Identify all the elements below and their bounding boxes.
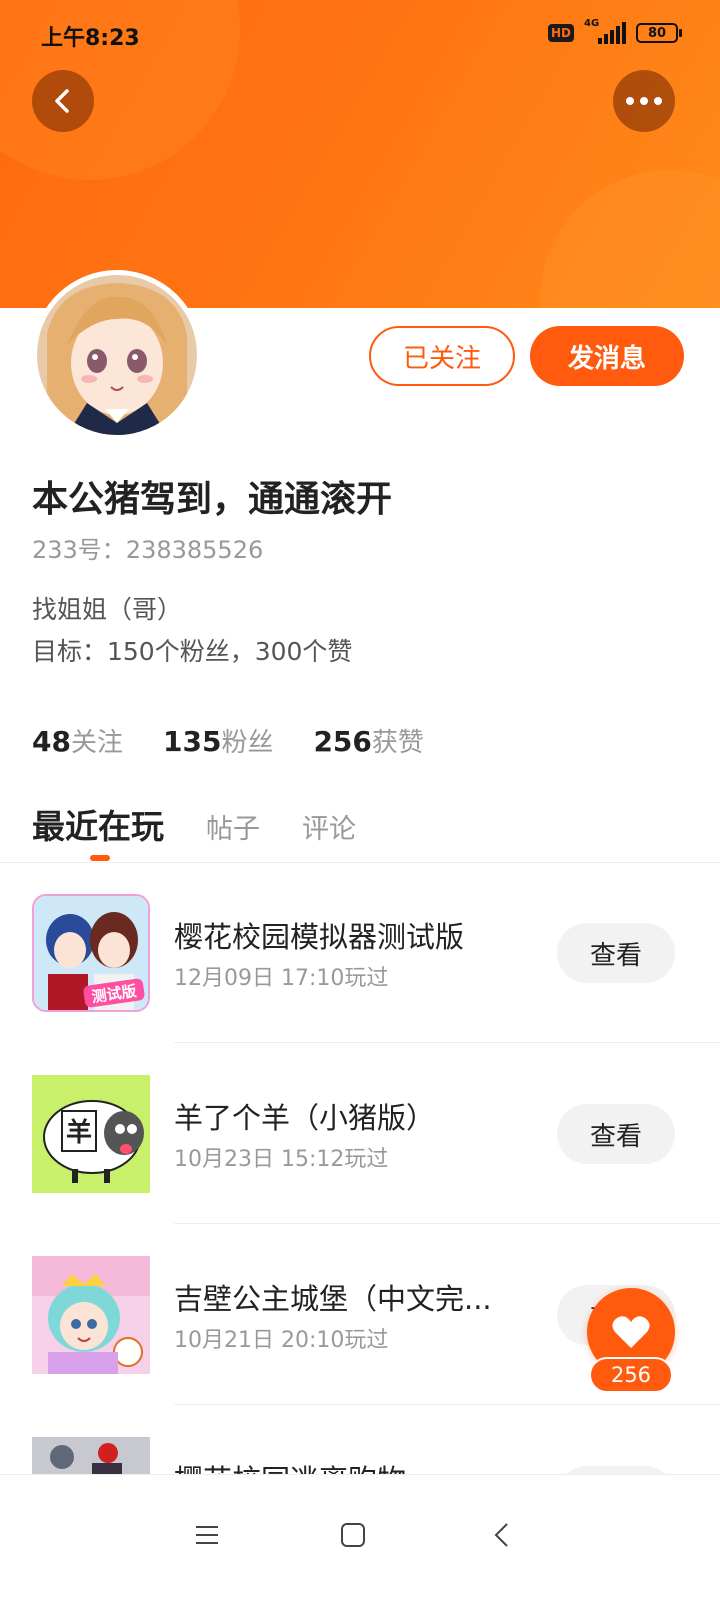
user-id: 233号：238385526: [32, 536, 264, 564]
divider: [174, 1042, 720, 1043]
game-icon: 测试版: [32, 894, 150, 1012]
status-bar: 上午8:23 HD 4G 80: [0, 0, 720, 70]
more-button[interactable]: [613, 70, 675, 132]
nav-menu-button[interactable]: [177, 1505, 237, 1565]
tab-recently-played[interactable]: 最近在玩: [32, 800, 164, 848]
battery-icon: 80: [636, 23, 682, 43]
avatar-image: [37, 275, 197, 435]
profile-tabs: 最近在玩 帖子 评论: [32, 800, 356, 848]
thumb-badge: 羊: [66, 1117, 92, 1148]
nav-home-button[interactable]: [323, 1505, 383, 1565]
stat-number: 48: [32, 725, 71, 758]
tab-comments[interactable]: 评论: [302, 807, 356, 846]
nav-back-button[interactable]: [472, 1505, 532, 1565]
network-type: 4G: [584, 18, 600, 29]
stat-number: 135: [162, 725, 222, 758]
bio-line: 找姐姐（哥）: [32, 595, 183, 624]
game-icon: 羊: [32, 1075, 150, 1193]
stat-label: 关注: [70, 728, 123, 758]
square-icon: [341, 1523, 365, 1547]
signal-icon: 4G: [584, 18, 626, 44]
battery-level: 80: [636, 23, 678, 43]
last-played-time: 12月09日 17:10玩过: [174, 966, 389, 991]
system-nav-bar: [0, 1474, 720, 1600]
view-button[interactable]: 查看: [557, 1104, 675, 1164]
stat-number: 256: [313, 725, 372, 758]
view-button[interactable]: 查看: [557, 923, 675, 983]
last-played-time: 10月23日 15:12玩过: [174, 1147, 389, 1172]
stat-label: 粉丝: [221, 728, 274, 758]
following-button[interactable]: 已关注: [369, 326, 515, 386]
divider: [174, 1223, 720, 1224]
stat-likes[interactable]: 256获赞: [313, 722, 423, 759]
status-time: 上午8:23: [41, 26, 140, 51]
divider: [0, 862, 720, 863]
game-list-item[interactable]: 羊 羊了个羊（小猪版） 10月23日 15:12玩过 查看: [0, 1075, 720, 1256]
status-icons: HD 4G 80: [547, 18, 682, 44]
back-button[interactable]: [32, 70, 94, 132]
stat-followers[interactable]: 135粉丝: [163, 722, 273, 759]
active-tab-indicator: [90, 855, 110, 861]
more-dots-icon: [626, 97, 662, 105]
divider: [174, 1404, 720, 1405]
game-icon: [32, 1256, 150, 1374]
send-message-button[interactable]: 发消息: [530, 326, 684, 386]
username: 本公猪驾到，通通滚开: [32, 479, 393, 520]
chevron-left-icon: [55, 89, 69, 113]
heart-icon: [612, 1316, 650, 1348]
hd-icon: HD: [547, 24, 574, 42]
menu-icon: [196, 1526, 218, 1544]
stat-following[interactable]: 48关注: [32, 722, 123, 759]
game-title: 羊了个羊（小猪版）: [174, 1101, 436, 1135]
avatar[interactable]: [32, 270, 202, 440]
banner-decoration: [540, 170, 720, 308]
stat-label: 获赞: [371, 728, 424, 758]
tab-posts[interactable]: 帖子: [206, 807, 260, 846]
game-title: 樱花校园模拟器测试版: [174, 920, 465, 954]
game-title: 吉壁公主城堡（中文完...: [174, 1282, 492, 1316]
profile-stats: 48关注 135粉丝 256获赞: [32, 722, 424, 759]
like-count: 256: [589, 1357, 673, 1393]
chevron-left-icon: [494, 1523, 508, 1547]
game-list-item[interactable]: 测试版 樱花校园模拟器测试版 12月09日 17:10玩过 查看: [0, 894, 720, 1075]
bio-line: 目标：150个粉丝，300个赞: [32, 637, 353, 666]
last-played-time: 10月21日 20:10玩过: [174, 1328, 389, 1353]
